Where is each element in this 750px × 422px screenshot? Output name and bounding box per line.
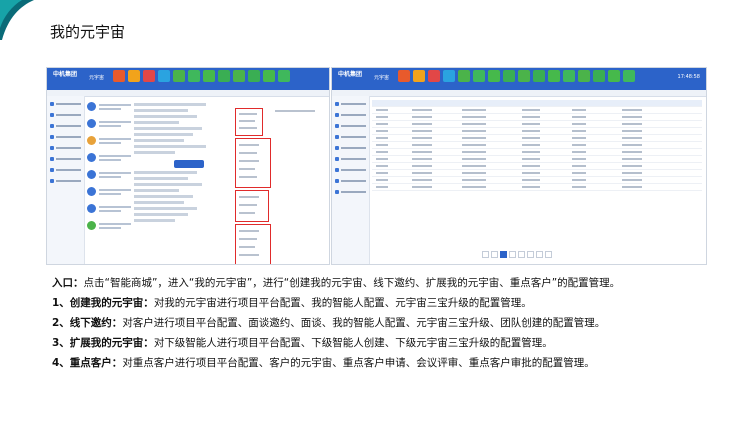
screenshot-right: 中机集团 元宇宙 17:48:58 <box>331 67 707 265</box>
menu-tree[interactable] <box>225 100 327 264</box>
table-row[interactable] <box>372 135 702 142</box>
brand-logo: 中机集团 <box>53 71 78 78</box>
pagination[interactable] <box>482 251 552 258</box>
description: 入口：点击“智能商城”，进入“我的元宇宙”，进行“创建我的元宇宙、线下邀约、扩展… <box>52 273 712 373</box>
table-row[interactable] <box>372 128 702 135</box>
page-title: 我的元宇宙 <box>50 23 126 41</box>
table-row[interactable] <box>372 156 702 163</box>
table-row[interactable] <box>372 149 702 156</box>
table-row[interactable] <box>372 163 702 170</box>
app-topbar: 中机集团 元宇宙 17:48:58 <box>332 68 706 90</box>
brand-subtitle: 元宇宙 <box>374 75 390 81</box>
contact-list[interactable] <box>87 100 131 260</box>
data-table[interactable] <box>372 100 702 248</box>
tab-strip[interactable] <box>332 90 706 97</box>
table-row[interactable] <box>372 142 702 149</box>
brand-subtitle: 元宇宙 <box>89 75 105 81</box>
table-row[interactable] <box>372 107 702 114</box>
highlight-box <box>235 190 269 222</box>
item-2: 2、线下邀约：对客户进行项目平台配置、面谈邀约、面谈、我的智能人配置、元宇宙三宝… <box>52 317 606 329</box>
app-tiles[interactable] <box>398 70 635 82</box>
item-3: 3、扩展我的元宇宙：对下级智能人进行项目平台配置、下级智能人创建、下级元宇宙三宝… <box>52 337 553 349</box>
chat-panel <box>134 100 224 260</box>
table-row[interactable] <box>372 170 702 177</box>
screenshot-left: 中机集团 元宇宙 <box>46 67 330 265</box>
table-row[interactable] <box>372 121 702 128</box>
table-row[interactable] <box>372 184 702 191</box>
tab-strip[interactable] <box>47 90 329 97</box>
entry-line: 入口：点击“智能商城”，进入“我的元宇宙”，进行“创建我的元宇宙、线下邀约、扩展… <box>52 277 621 289</box>
sidebar[interactable] <box>47 96 85 264</box>
app-tiles[interactable] <box>113 70 290 82</box>
app-topbar: 中机集团 元宇宙 <box>47 68 329 90</box>
clock: 17:48:58 <box>677 74 700 80</box>
item-4: 4、重点客户：对重点客户进行项目平台配置、客户的元宇宙、重点客户申请、会议评审、… <box>52 357 595 369</box>
brand-logo: 中机集团 <box>338 71 363 78</box>
table-row[interactable] <box>372 177 702 184</box>
table-row[interactable] <box>372 114 702 121</box>
sidebar[interactable] <box>332 96 370 264</box>
corner-decoration <box>0 0 34 40</box>
item-1: 1、创建我的元宇宙：对我的元宇宙进行项目平台配置、我的智能人配置、元宇宙三宝升级… <box>52 297 532 309</box>
table-header <box>372 100 702 107</box>
